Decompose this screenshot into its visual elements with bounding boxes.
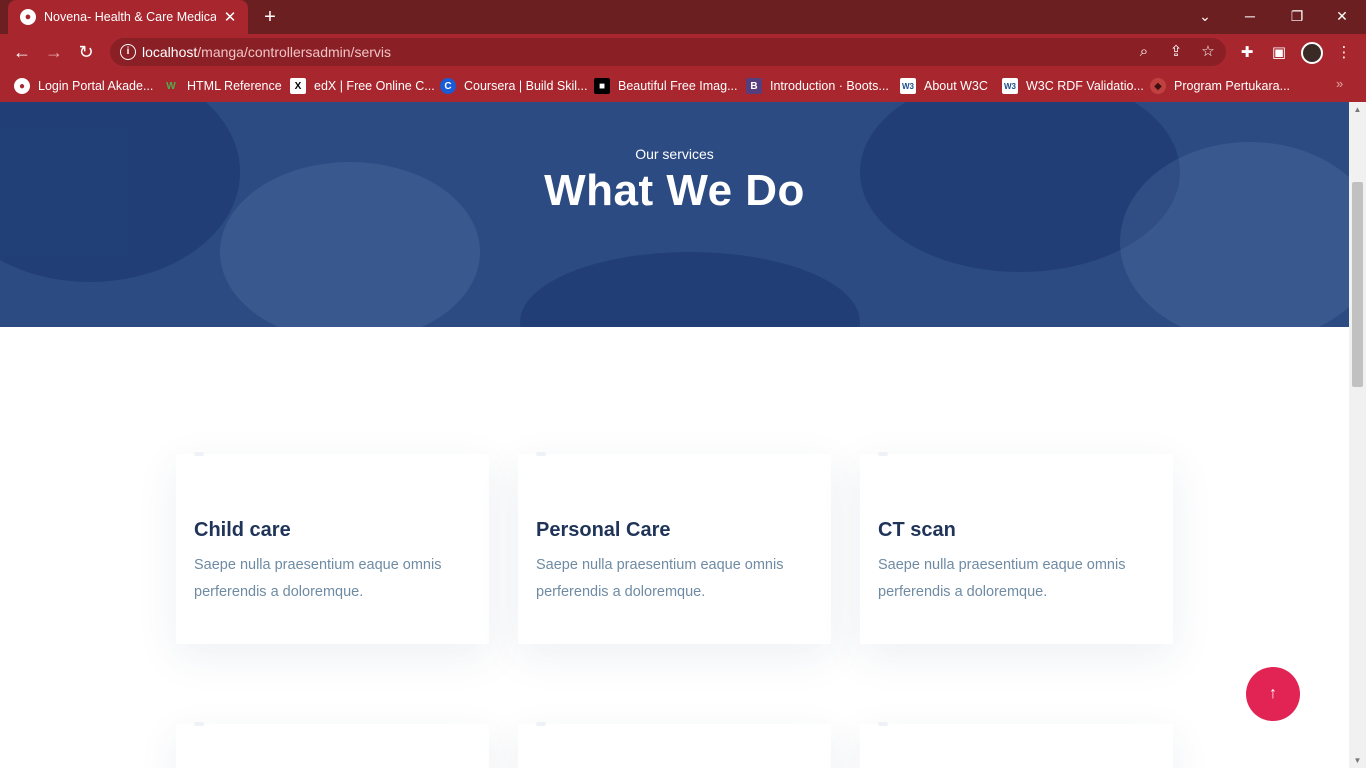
bookmark-label: About W3C xyxy=(924,79,988,93)
bookmark-star-icon[interactable]: ☆ xyxy=(1198,42,1218,62)
bookmark-label: Introduction · Boots... xyxy=(770,79,889,93)
browser-toolbar: ← → ↻ i localhost/manga/controllersadmin… xyxy=(0,34,1366,70)
bookmark-label: W3C RDF Validatio... xyxy=(1026,79,1144,93)
service-description: Saepe nulla praesentium eaque omnis perf… xyxy=(536,557,784,600)
minimize-button[interactable]: ─ xyxy=(1230,4,1270,28)
bookmark-label: edX | Free Online C... xyxy=(314,79,435,93)
page-title: What We Do xyxy=(544,166,805,215)
zoom-icon[interactable]: ⌕ xyxy=(1134,42,1154,62)
share-icon[interactable]: ⇪ xyxy=(1166,42,1186,62)
coursera-icon: C xyxy=(440,78,456,94)
side-panel-icon[interactable]: ▣ xyxy=(1268,42,1290,64)
url-text: localhost/manga/controllersadmin/servis xyxy=(142,44,391,60)
scroll-up-icon[interactable]: ▲ xyxy=(1353,105,1362,114)
bookmark-item[interactable]: X edX | Free Online C... xyxy=(290,76,435,96)
card-icon-placeholder xyxy=(878,722,888,726)
bookmark-item[interactable]: ■ Beautiful Free Imag... xyxy=(594,76,738,96)
card-icon-placeholder xyxy=(536,452,546,456)
site-info-icon[interactable]: i xyxy=(120,44,136,60)
bookmark-item[interactable]: B Introduction · Boots... xyxy=(746,76,889,96)
bookmark-label: Coursera | Build Skil... xyxy=(464,79,588,93)
unsplash-icon: ■ xyxy=(594,78,610,94)
bookmark-label: Beautiful Free Imag... xyxy=(618,79,738,93)
scrollbar-thumb[interactable] xyxy=(1352,182,1363,387)
service-card xyxy=(518,722,831,768)
close-tab-icon[interactable]: ✕ xyxy=(222,8,238,26)
url-host: localhost xyxy=(142,44,198,60)
page-scrollbar[interactable]: ▲ ▼ xyxy=(1349,102,1366,768)
bookmarks-bar: ● Login Portal Akade... W HTML Reference… xyxy=(0,70,1366,102)
service-card: CT scan Saepe nulla praesentium eaque om… xyxy=(860,452,1173,644)
card-icon-placeholder xyxy=(536,722,546,726)
card-icon-placeholder xyxy=(878,452,888,456)
back-to-top-button[interactable]: ↑ xyxy=(1246,667,1300,721)
more-bookmarks-icon[interactable]: » xyxy=(1336,76,1343,91)
menu-icon[interactable]: ⋮ xyxy=(1333,42,1355,64)
w3c-icon: W3 xyxy=(1002,78,1018,94)
close-window-button[interactable]: ✕ xyxy=(1322,4,1362,28)
bookmark-item[interactable]: W3 About W3C xyxy=(900,76,988,96)
globe-icon: ● xyxy=(20,9,36,25)
edx-icon: X xyxy=(290,78,306,94)
w-icon: W xyxy=(166,80,176,92)
bookmark-label: HTML Reference xyxy=(187,79,282,93)
page-viewport: Our services What We Do Child care Saepe… xyxy=(0,102,1349,768)
forward-button[interactable]: → xyxy=(40,38,68,66)
tab-search-icon[interactable]: ⌄ xyxy=(1185,4,1225,28)
hero-background-shape xyxy=(520,252,860,327)
portal-icon: ● xyxy=(14,78,30,94)
bookmark-label: Login Portal Akade... xyxy=(38,79,154,93)
url-path: /manga/controllersadmin/servis xyxy=(197,44,392,60)
service-description: Saepe nulla praesentium eaque omnis perf… xyxy=(194,557,442,600)
program-icon: ◆ xyxy=(1150,78,1166,94)
service-card xyxy=(860,722,1173,768)
bookmark-item[interactable]: C Coursera | Build Skil... xyxy=(440,76,587,96)
hero-subtitle: Our services xyxy=(635,146,714,162)
profile-avatar[interactable] xyxy=(1301,42,1323,64)
service-title: Child care xyxy=(194,519,291,541)
bootstrap-icon: B xyxy=(746,78,762,94)
restore-button[interactable]: ❐ xyxy=(1277,4,1317,28)
browser-tab[interactable]: ● Novena- Health & Care Medical t ✕ xyxy=(8,0,248,34)
service-card xyxy=(176,722,489,768)
bookmark-item[interactable]: ◆ Program Pertukara... xyxy=(1150,76,1290,96)
service-card: Personal Care Saepe nulla praesentium ea… xyxy=(518,452,831,644)
services-hero: Our services What We Do xyxy=(0,102,1349,327)
reload-button[interactable]: ↻ xyxy=(72,38,100,66)
service-title: CT scan xyxy=(878,519,956,541)
card-icon-placeholder xyxy=(194,452,204,456)
new-tab-button[interactable]: + xyxy=(258,6,282,28)
service-card: Child care Saepe nulla praesentium eaque… xyxy=(176,452,489,644)
w3c-icon: W3 xyxy=(900,78,916,94)
address-bar[interactable]: i localhost/manga/controllersadmin/servi… xyxy=(110,38,1226,66)
bookmark-item[interactable]: ● Login Portal Akade... xyxy=(14,76,153,96)
tab-title: Novena- Health & Care Medical t xyxy=(44,10,216,24)
arrow-up-icon: ↑ xyxy=(1269,685,1277,702)
back-button[interactable]: ← xyxy=(8,38,36,66)
card-icon-placeholder xyxy=(194,722,204,726)
service-title: Personal Care xyxy=(536,519,671,541)
browser-tab-strip: ● Novena- Health & Care Medical t ✕ + ⌄ … xyxy=(0,0,1366,34)
bookmark-item[interactable]: W HTML Reference xyxy=(163,76,282,96)
scroll-down-icon[interactable]: ▼ xyxy=(1353,756,1362,765)
service-description: Saepe nulla praesentium eaque omnis perf… xyxy=(878,557,1126,600)
extensions-icon[interactable]: ✚ xyxy=(1236,42,1258,64)
bookmark-item[interactable]: W3 W3C RDF Validatio... xyxy=(1002,76,1144,96)
bookmark-label: Program Pertukara... xyxy=(1174,79,1291,93)
